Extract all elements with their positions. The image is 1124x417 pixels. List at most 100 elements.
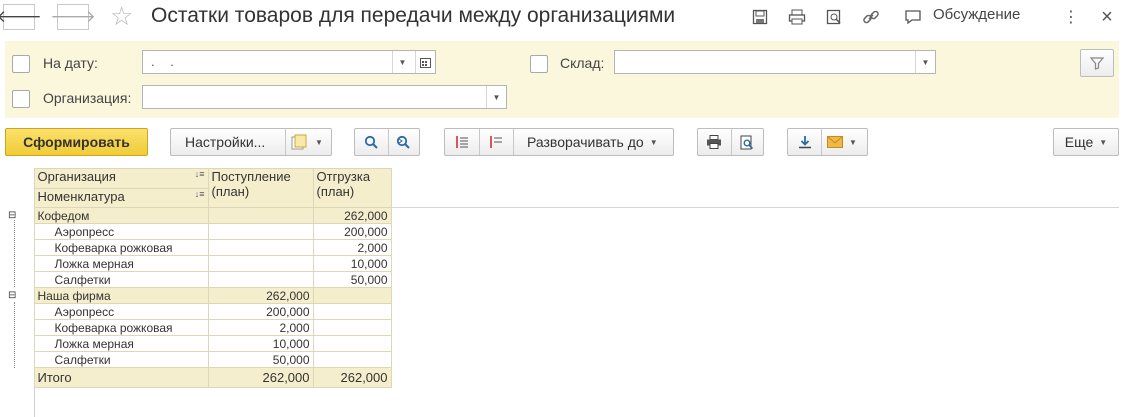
collapse-group-icon[interactable]: ⊟ [5, 287, 34, 304]
item-name: Салфетки [33, 351, 209, 368]
filter-panel: На дату: . . ▼ Склад: ▼ Организация: ▼ [5, 41, 1119, 118]
item-name: Ложка мерная [33, 335, 209, 352]
expand-all-button[interactable] [445, 135, 479, 149]
collapse-group-icon[interactable]: ⊟ [5, 207, 34, 224]
cell-shipment: 200,000 [312, 223, 392, 240]
back-button[interactable]: 🡐 [0, 4, 42, 30]
cell-shipment: 2,000 [312, 239, 392, 256]
total-label: Итого [33, 367, 209, 388]
search-button[interactable] [355, 135, 387, 149]
grouping-group: Разворачивать до ▼ [444, 128, 674, 156]
date-checkbox[interactable] [12, 55, 30, 73]
report-variant-icon [291, 134, 307, 150]
column-header-receipt[interactable]: Поступление (план) [207, 168, 314, 208]
save-icon[interactable] [749, 6, 771, 28]
favorite-star-icon[interactable]: ☆ [110, 2, 133, 30]
table-row[interactable]: ⊟ Наша фирма 262,000 [5, 287, 392, 304]
column-org-label: Организация [37, 169, 116, 184]
column-header-organization[interactable]: Организация ↓≡ [33, 168, 209, 189]
table-row[interactable]: Аэропресс 200,000 [5, 223, 392, 240]
search-next-button[interactable] [387, 135, 419, 149]
table-row[interactable]: Ложка мерная 10,000 [5, 255, 392, 272]
collapse-groups-icon [490, 136, 502, 148]
table-row[interactable]: Кофеварка рожковая 2,000 [5, 319, 392, 336]
table-row[interactable]: Салфетки 50,000 [5, 271, 392, 288]
page-title: Остатки товаров для передачи между орган… [151, 4, 676, 27]
generate-button[interactable]: Сформировать [5, 128, 148, 156]
discuss-button-label[interactable]: Обсуждение [933, 6, 1020, 23]
print-preview-button[interactable] [731, 135, 764, 150]
total-receipt: 262,000 [207, 367, 314, 388]
funnel-icon [1090, 57, 1104, 70]
table-row[interactable]: ⊟ Кофедом 262,000 [5, 207, 392, 224]
warehouse-field[interactable]: ▼ [614, 50, 936, 74]
more-button[interactable]: Еще ▼ [1053, 128, 1119, 156]
column-header-item[interactable]: Номенклатура ↓≡ [33, 188, 209, 208]
preview-icon[interactable] [823, 6, 845, 28]
cell-receipt: 262,000 [207, 287, 314, 304]
variants-button[interactable]: ▼ [285, 134, 323, 150]
export-group: ▼ [787, 128, 868, 156]
table-row[interactable]: Кофеварка рожковая 2,000 [5, 239, 392, 256]
expand-groups-icon [456, 136, 468, 148]
arrow-left-icon: 🡐 [0, 7, 42, 26]
print-button[interactable] [698, 135, 731, 149]
forward-button[interactable]: 🡒 [50, 4, 96, 30]
group-name: Кофедом [33, 207, 209, 224]
calendar-icon[interactable] [415, 51, 435, 73]
filter-settings-button[interactable] [1080, 49, 1114, 77]
cell-shipment: 50,000 [312, 271, 392, 288]
column-shipment-label-plan: (план) [316, 184, 355, 199]
chat-icon[interactable] [902, 6, 924, 28]
group-name: Наша фирма [33, 287, 209, 304]
total-shipment: 262,000 [312, 367, 392, 388]
tree-line [14, 220, 15, 287]
table-row[interactable]: Салфетки 50,000 [5, 351, 392, 368]
settings-button[interactable]: Настройки... [171, 134, 285, 150]
date-label: На дату: [43, 55, 98, 71]
send-email-button[interactable]: ▼ [821, 136, 857, 148]
download-button[interactable] [788, 135, 821, 149]
print-icon[interactable] [786, 6, 808, 28]
chevron-down-icon[interactable]: ▼ [392, 51, 412, 73]
cell-receipt [207, 223, 314, 240]
search-icon [364, 135, 378, 149]
cell-receipt [207, 271, 314, 288]
link-icon[interactable] [860, 6, 882, 28]
cell-receipt: 200,000 [207, 303, 314, 320]
table-row[interactable]: Ложка мерная 10,000 [5, 335, 392, 352]
settings-button-group: Настройки... ▼ [170, 128, 332, 156]
sort-icon: ↓≡ [194, 169, 205, 179]
item-name: Кофеварка рожковая [33, 239, 209, 256]
expand-to-button[interactable]: Разворачивать до ▼ [513, 134, 658, 150]
organization-checkbox[interactable] [12, 90, 30, 108]
cell-shipment [312, 303, 392, 320]
chevron-down-icon[interactable]: ▼ [915, 51, 935, 73]
date-field[interactable]: . . ▼ [142, 50, 436, 74]
more-label: Еще [1064, 134, 1094, 150]
report-spreadsheet[interactable]: Организация ↓≡ Поступление (план) Отгруз… [5, 168, 392, 388]
close-icon[interactable]: × [1096, 6, 1118, 28]
download-icon [798, 136, 811, 149]
more-vertical-icon[interactable]: ⋮ [1060, 6, 1082, 28]
cell-receipt: 2,000 [207, 319, 314, 336]
search-next-icon [396, 135, 410, 149]
organization-label: Организация: [43, 90, 132, 106]
chevron-down-icon[interactable]: ▼ [486, 86, 506, 108]
cell-receipt [207, 239, 314, 256]
column-header-shipment[interactable]: Отгрузка (план) [312, 168, 392, 208]
collapse-all-button[interactable] [479, 135, 513, 149]
warehouse-checkbox[interactable] [530, 55, 548, 73]
warehouse-label: Склад: [560, 55, 605, 71]
item-name: Кофеварка рожковая [33, 319, 209, 336]
column-receipt-label-plan: (план) [211, 184, 250, 199]
cell-shipment [312, 351, 392, 368]
table-row[interactable]: Аэропресс 200,000 [5, 303, 392, 320]
item-name: Аэропресс [33, 223, 209, 240]
organization-field[interactable]: ▼ [142, 85, 507, 109]
cell-shipment: 262,000 [312, 207, 392, 224]
column-receipt-label: Поступление [211, 169, 291, 184]
date-value: . . [151, 54, 180, 69]
total-row[interactable]: Итого 262,000 262,000 [5, 367, 392, 388]
cell-shipment: 10,000 [312, 255, 392, 272]
